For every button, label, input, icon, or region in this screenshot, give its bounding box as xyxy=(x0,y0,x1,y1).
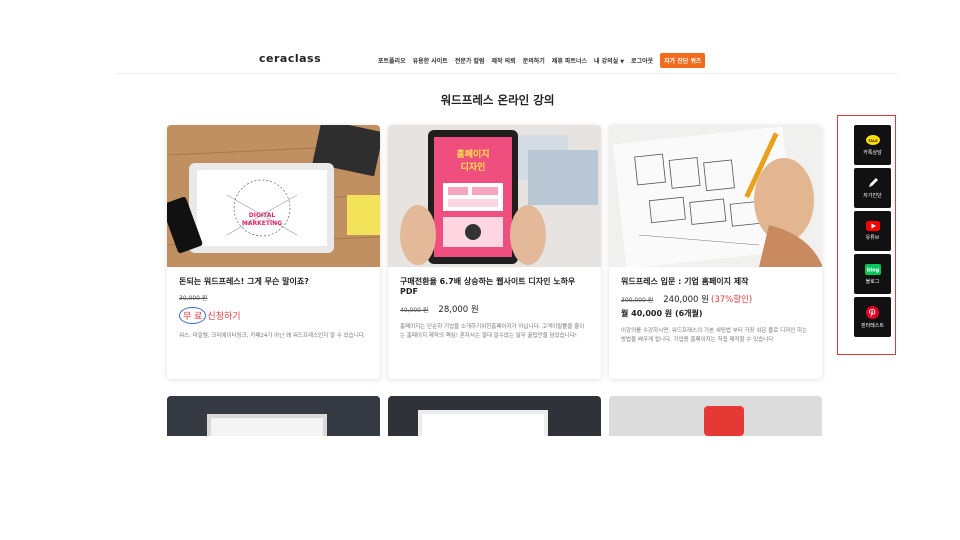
course-card-5-partial[interactable] xyxy=(388,396,601,436)
blog-button[interactable]: blog 블로그 xyxy=(854,254,891,294)
sale-price-group: 240,000 원 (37%할인) xyxy=(663,293,752,305)
nav-useful-sites[interactable]: 유용한 사이트 xyxy=(413,56,448,65)
course-card-body: 구매전환율 6.7배 상승하는 웹사이트 디자인 노하우 PDF 40,000 … xyxy=(388,267,601,341)
original-price: 300,000 원 xyxy=(621,297,654,304)
top-navbar: ceraclass 포트폴리오 유용한 사이트 전문가 칼럼 제작 의뢰 문의하… xyxy=(115,48,898,74)
course-thumbnail-wireframe-sketch[interactable] xyxy=(609,125,822,267)
course-description: 워스, 마일템, 크리에이터링크, 카페24가 아닌 왜 워드프레스인지 알 수… xyxy=(179,333,366,339)
nav-logout[interactable]: 로그아웃 xyxy=(631,56,653,65)
course-description: 홈페이지는 단순히 기업을 소개하기위한홈페이지가 아닙니다. 고객이탈률을 줄… xyxy=(400,324,585,339)
phone-thumbnail xyxy=(609,396,822,436)
price-row: 40,000 원 28,000 원 xyxy=(400,303,589,315)
nav-contact[interactable]: 문의하기 xyxy=(523,56,545,65)
apply-link[interactable]: 신청하기 xyxy=(207,309,240,322)
free-row: 무 료 신청하기 xyxy=(179,307,368,324)
tablet-marketing-illustration: DIGITAL MARKETING xyxy=(167,125,380,267)
course-title[interactable]: 워드프레스 입문 : 기업 홈페이지 제작 xyxy=(621,277,810,287)
free-badge: 무 료 xyxy=(179,307,207,324)
blog-icon: blog xyxy=(864,263,881,275)
sns-sidebar: TALK 카톡상담 자가진단 유튜브 blog 블로그 핀터레스트 xyxy=(837,115,896,355)
monthly-price: 월 40,000 원 (6개월) xyxy=(621,309,703,318)
course-description: 이강의를 수강하시면, 워드프레스의 기본 세팅법 부터 가장 쉬운 플로 디자… xyxy=(621,328,808,343)
course-title[interactable]: 구매전환율 6.7배 상승하는 웹사이트 디자인 노하우 PDF xyxy=(400,277,589,297)
course-thumbnail-homepage-design[interactable]: 홈페이지 디자인 xyxy=(388,125,601,267)
course-thumbnail-tablet-marketing[interactable]: DIGITAL MARKETING xyxy=(167,125,380,267)
self-check-quiz-button[interactable]: 자가 진단 퀴즈 xyxy=(660,53,706,68)
original-price: 30,000 원 xyxy=(179,295,208,302)
nav-partners[interactable]: 제휴 파트너스 xyxy=(552,56,587,65)
svg-text:TALK: TALK xyxy=(868,138,878,142)
laptop-thumbnail xyxy=(167,396,380,436)
svg-text:디자인: 디자인 xyxy=(461,161,486,173)
nav-my-classroom[interactable]: 내 강의실 ▼ xyxy=(594,56,624,65)
chevron-down-icon: ▼ xyxy=(620,59,625,65)
page-title: 워드프레스 온라인 강의 xyxy=(440,93,555,107)
youtube-icon xyxy=(865,221,880,231)
svg-text:홈페이지: 홈페이지 xyxy=(456,148,489,160)
price-row: 30,000 원 xyxy=(179,293,368,302)
sns-label: 카톡상담 xyxy=(863,149,882,156)
nav-expert-column[interactable]: 전문가 칼럼 xyxy=(455,56,485,65)
sale-price: 28,000 원 xyxy=(438,305,479,315)
svg-text:DIGITAL: DIGITAL xyxy=(249,212,276,219)
sale-price: 240,000 원 xyxy=(663,295,709,305)
svg-text:blog: blog xyxy=(866,267,879,273)
course-card-4-partial[interactable] xyxy=(167,396,380,436)
svg-text:MARKETING: MARKETING xyxy=(242,220,282,227)
discount-rate: (37%할인) xyxy=(711,295,753,305)
sns-label: 자가진단 xyxy=(863,193,882,199)
course-card-1[interactable]: DIGITAL MARKETING 돈되는 워드프레스! 그게 무슨 말이죠? … xyxy=(167,125,380,379)
pinterest-icon xyxy=(866,305,879,319)
course-card-3[interactable]: 워드프레스 입문 : 기업 홈페이지 제작 300,000 원 240,000 … xyxy=(609,125,822,379)
self-check-button[interactable]: 자가진단 xyxy=(854,168,891,208)
price-row: 300,000 원 240,000 원 (37%할인) xyxy=(621,293,810,305)
tablet-homepage-illustration: 홈페이지 디자인 xyxy=(388,125,601,267)
pinterest-button[interactable]: 핀터레스트 xyxy=(854,297,891,337)
wireframe-sketch-illustration xyxy=(609,125,822,267)
nav-portfolio[interactable]: 포트폴리오 xyxy=(378,56,406,65)
youtube-button[interactable]: 유튜브 xyxy=(854,211,891,251)
course-card-body: 워드프레스 입문 : 기업 홈페이지 제작 300,000 원 240,000 … xyxy=(609,267,822,345)
original-price: 40,000 원 xyxy=(400,307,429,314)
site-logo[interactable]: ceraclass xyxy=(259,52,321,65)
nav-request[interactable]: 제작 의뢰 xyxy=(492,56,516,65)
sns-label: 유튜브 xyxy=(865,235,880,241)
page: ceraclass 포트폴리오 유용한 사이트 전문가 칼럼 제작 의뢰 문의하… xyxy=(0,0,960,540)
main-nav: 포트폴리오 유용한 사이트 전문가 칼럼 제작 의뢰 문의하기 제휴 파트너스 … xyxy=(378,53,706,68)
course-title[interactable]: 돈되는 워드프레스! 그게 무슨 말이죠? xyxy=(179,277,368,287)
sns-label: 핀터레스트 xyxy=(860,322,884,329)
course-card-6-partial[interactable] xyxy=(609,396,822,436)
laptop-desk-thumbnail xyxy=(388,396,601,436)
pencil-icon xyxy=(868,178,878,187)
kakao-consult-button[interactable]: TALK 카톡상담 xyxy=(854,125,891,165)
course-card-body: 돈되는 워드프레스! 그게 무슨 말이죠? 30,000 원 무 료 신청하기 … xyxy=(167,267,380,341)
nav-my-classroom-label: 내 강의실 xyxy=(594,58,619,65)
kakaotalk-icon: TALK xyxy=(865,134,880,145)
sns-label: 블로그 xyxy=(865,278,880,285)
course-card-2[interactable]: 홈페이지 디자인 구매전환율 6.7배 상승하는 웹사이트 디자인 노하우 PD… xyxy=(388,125,601,379)
